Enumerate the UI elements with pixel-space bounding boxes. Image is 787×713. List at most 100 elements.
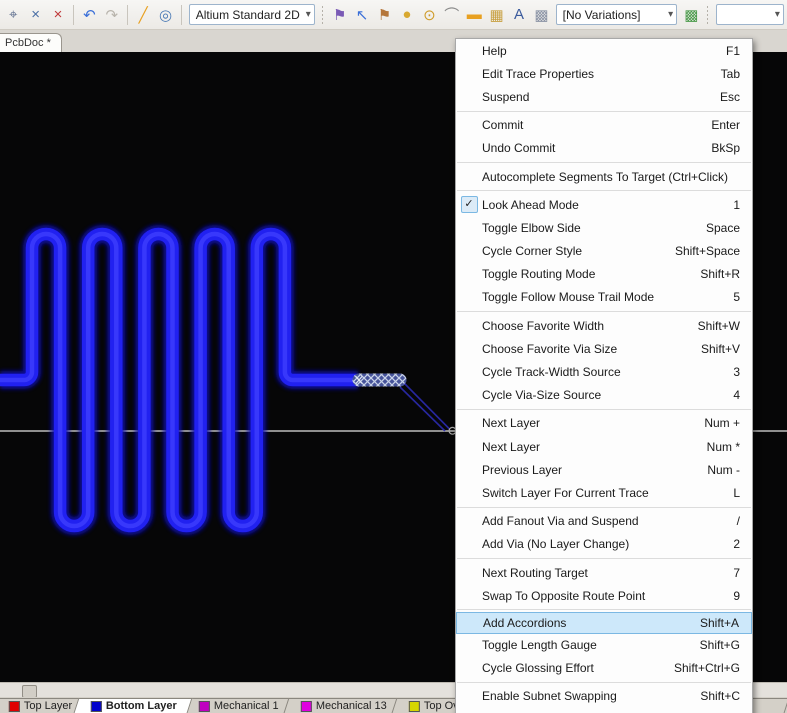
menu-item-edit-trace-properties[interactable]: Edit Trace PropertiesTab — [456, 62, 752, 85]
toolbar-drag-handle[interactable] — [706, 5, 711, 25]
menu-item-label: Next Routing Target — [482, 566, 733, 580]
layer-tab-bottom-layer[interactable]: Bottom Layer — [74, 698, 193, 713]
menu-item-label: Choose Favorite Width — [482, 319, 698, 333]
menu-item-label: Next Layer — [482, 440, 707, 454]
chevron-down-icon[interactable]: ▾ — [668, 9, 673, 20]
layer-color-swatch — [409, 701, 420, 712]
menu-item-commit[interactable]: CommitEnter — [456, 114, 752, 137]
menu-item-shortcut: / — [737, 514, 752, 528]
place-text-icon[interactable]: A — [509, 4, 529, 26]
filter-icon[interactable]: ◎ — [155, 4, 175, 26]
layer-color-swatch — [199, 701, 210, 712]
menu-item-gutter: ✓ — [456, 196, 482, 213]
menu-item-label: Cycle Via-Size Source — [482, 388, 733, 402]
menu-item-label: Toggle Elbow Side — [482, 221, 706, 235]
context-menu: HelpF1Edit Trace PropertiesTabSuspendEsc… — [455, 38, 753, 713]
menu-item-label: Add Via (No Layer Change) — [482, 537, 733, 551]
menu-item-toggle-follow-mouse-trail-mode[interactable]: Toggle Follow Mouse Trail Mode5 — [456, 286, 752, 309]
place-pin-icon[interactable]: ⊙ — [419, 4, 439, 26]
undo-icon[interactable]: ↶ — [79, 4, 99, 26]
menu-item-cycle-corner-style[interactable]: Cycle Corner StyleShift+Space — [456, 240, 752, 263]
menu-item-undo-commit[interactable]: Undo CommitBkSp — [456, 137, 752, 160]
pad-array-icon[interactable]: ▦ — [486, 4, 506, 26]
menu-item-help[interactable]: HelpF1 — [456, 39, 752, 62]
menu-item-swap-to-opposite-route-point[interactable]: Swap To Opposite Route Point9 — [456, 584, 752, 607]
menu-item-toggle-routing-mode[interactable]: Toggle Routing ModeShift+R — [456, 263, 752, 286]
menu-item-next-layer[interactable]: Next LayerNum + — [456, 412, 752, 435]
menu-item-shortcut: 5 — [733, 290, 752, 304]
menu-item-next-layer[interactable]: Next LayerNum * — [456, 435, 752, 458]
select-arrow-icon[interactable]: ↖ — [352, 4, 372, 26]
chevron-down-icon[interactable]: ▾ — [775, 9, 780, 20]
embedded-board-icon[interactable]: ▩ — [681, 4, 701, 26]
layer-color-swatch — [301, 701, 312, 712]
menu-item-suspend[interactable]: SuspendEsc — [456, 85, 752, 108]
menu-item-choose-favorite-via-size[interactable]: Choose Favorite Via SizeShift+V — [456, 337, 752, 360]
menu-item-enable-subnet-swapping[interactable]: Enable Subnet SwappingShift+C — [456, 685, 752, 708]
toolbar-separator — [181, 5, 182, 25]
place-component-icon[interactable]: ▩ — [531, 4, 551, 26]
route-differential-pair-icon[interactable]: ⚑ — [374, 4, 394, 26]
menu-item-shortcut: 7 — [733, 566, 752, 580]
toolbar-drag-handle[interactable] — [321, 5, 326, 25]
menu-item-shortcut: 4 — [733, 388, 752, 402]
snap-grid-icon[interactable]: ⌖ — [3, 4, 23, 26]
menu-item-label: Toggle Routing Mode — [482, 267, 700, 281]
view-configuration-combo-value: Altium Standard 2D — [196, 8, 300, 22]
menu-item-shortcut: Tab — [721, 67, 752, 81]
toolbar-separator — [73, 5, 74, 25]
menu-item-cycle-via-size-source[interactable]: Cycle Via-Size Source4 — [456, 384, 752, 407]
lookahead-guide-lines — [400, 384, 450, 432]
variations-combo-value: [No Variations] — [563, 8, 641, 22]
place-arc-icon[interactable]: ⌒ — [442, 4, 462, 26]
menu-item-shortcut: Shift+R — [700, 267, 752, 281]
checkmark-icon: ✓ — [461, 196, 478, 213]
menu-item-previous-layer[interactable]: Previous LayerNum - — [456, 458, 752, 481]
menu-item-label: Undo Commit — [482, 141, 711, 155]
menu-item-shortcut: 9 — [733, 589, 752, 603]
chevron-down-icon[interactable]: ▾ — [306, 9, 311, 20]
menu-item-choose-favorite-width[interactable]: Choose Favorite WidthShift+W — [456, 314, 752, 337]
menu-item-label: Help — [482, 44, 726, 58]
menu-item-label: Cycle Glossing Effort — [482, 661, 674, 675]
menu-item-add-fanout-via-and-suspend[interactable]: Add Fanout Via and Suspend/ — [456, 510, 752, 533]
menu-item-shortcut: L — [733, 486, 752, 500]
menu-item-shortcut: Num + — [704, 416, 752, 430]
menu-item-toggle-length-gauge[interactable]: Toggle Length GaugeShift+G — [456, 634, 752, 657]
menu-item-cycle-track-width-source[interactable]: Cycle Track-Width Source3 — [456, 360, 752, 383]
layer-tab-top-layer[interactable]: Top Layer — [0, 698, 84, 713]
unnamed-combo[interactable]: ▾ — [716, 4, 784, 25]
place-via-icon[interactable]: ● — [397, 4, 417, 26]
menu-item-label: Toggle Length Gauge — [482, 638, 700, 652]
menu-item-shortcut: 2 — [733, 537, 752, 551]
break-track-icon[interactable]: × — [25, 4, 45, 26]
menu-item-switch-layer-for-current-trace[interactable]: Switch Layer For Current TraceL — [456, 481, 752, 504]
pencil-wand-icon[interactable]: ╱ — [133, 4, 153, 26]
menu-item-shortcut: Shift+Ctrl+G — [674, 661, 752, 675]
menu-item-label: Choose Favorite Via Size — [482, 342, 701, 356]
menu-item-label: Next Layer — [482, 416, 704, 430]
menu-item-toggle-elbow-side[interactable]: Toggle Elbow SideSpace — [456, 216, 752, 239]
menu-item-label: Cycle Corner Style — [482, 244, 675, 258]
menu-item-label: Commit — [482, 118, 711, 132]
menu-item-cycle-glossing-effort[interactable]: Cycle Glossing EffortShift+Ctrl+G — [456, 657, 752, 680]
menu-item-autocomplete-segments-to-target-ctrl-click[interactable]: Autocomplete Segments To Target (Ctrl+Cl… — [456, 165, 752, 188]
layer-tab-mechanical-13[interactable]: Mechanical 13 — [284, 698, 403, 713]
view-configuration-combo[interactable]: Altium Standard 2D ▾ — [189, 4, 315, 25]
menu-item-add-via-no-layer-change[interactable]: Add Via (No Layer Change)2 — [456, 533, 752, 556]
menu-item-label: Add Accordions — [483, 616, 700, 630]
menu-item-shortcut: Enter — [711, 118, 752, 132]
menu-item-next-routing-target[interactable]: Next Routing Target7 — [456, 561, 752, 584]
clear-violations-icon[interactable]: × — [48, 4, 68, 26]
menu-item-shortcut: Shift+A — [700, 616, 751, 630]
place-fill-icon[interactable]: ▬ — [464, 4, 484, 26]
layer-tab-mechanical-1[interactable]: Mechanical 1 — [182, 698, 295, 713]
document-tab[interactable]: PcbDoc * — [0, 33, 62, 53]
menu-item-shortcut: Shift+W — [698, 319, 752, 333]
variations-combo[interactable]: [No Variations] ▾ — [556, 4, 678, 25]
menu-item-look-ahead-mode[interactable]: ✓Look Ahead Mode1 — [456, 193, 752, 216]
menu-item-shortcut: Num * — [707, 440, 752, 454]
redo-icon[interactable]: ↷ — [102, 4, 122, 26]
menu-item-add-accordions[interactable]: Add AccordionsShift+A — [456, 612, 752, 633]
interactive-routing-icon[interactable]: ⚑ — [329, 4, 349, 26]
